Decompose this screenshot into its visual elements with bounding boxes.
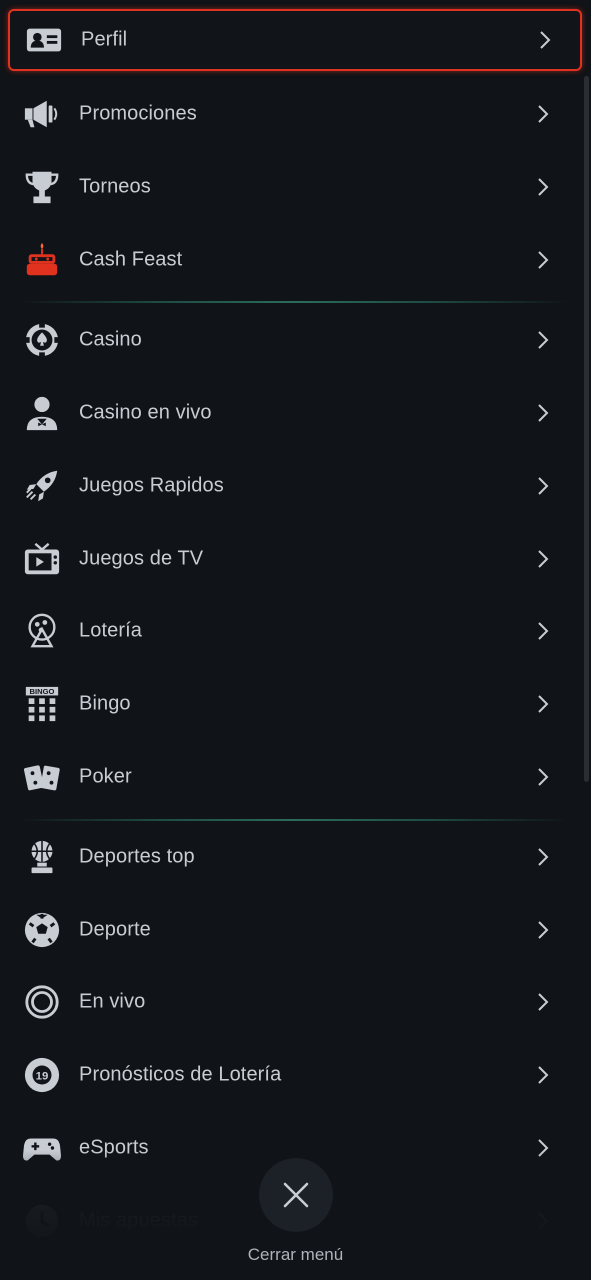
menu-item-label: Casino [79,328,142,351]
chevron-right-icon [536,329,550,351]
bingo-icon-text: BINGO [30,687,55,696]
rocket-icon [22,466,62,506]
menu-item-perfil[interactable]: Perfil [8,9,582,71]
menu-item-juegos-rapidos[interactable]: Juegos Rapidos [8,455,582,517]
menu-item-label: Juegos Rapidos [79,474,224,497]
chevron-right-icon [538,29,552,51]
casino-chip-icon [22,320,62,360]
chevron-right-icon [536,402,550,424]
chevron-right-icon [536,249,550,271]
close-menu-label: Cerrar menú [247,1245,344,1264]
chevron-right-icon [536,693,550,715]
section-divider [18,301,570,303]
menu-item-juegos-de-tv[interactable]: Juegos de TV [8,528,582,590]
menu-item-label: Lotería [79,619,142,642]
menu-item-label: Casino en vivo [79,401,212,424]
playing-cards-icon [22,757,62,797]
lottery-drum-icon [22,611,62,651]
menu-item-pronosticos-de-loteria[interactable]: 19 Pronósticos de Lotería [8,1044,582,1106]
menu-item-en-vivo[interactable]: En vivo [8,971,582,1033]
bingo-icon: BINGO [22,684,62,724]
chevron-right-icon [536,176,550,198]
menu-item-label: Bingo [79,692,131,715]
close-menu-button[interactable] [259,1158,333,1232]
menu-item-label: Perfil [81,28,128,51]
menu-item-cash-feast[interactable]: Cash Feast [8,229,582,291]
dealer-icon [22,393,62,433]
chevron-right-icon [536,620,550,642]
chevron-right-icon [536,1064,550,1086]
chevron-right-icon [536,103,550,125]
menu-item-loteria[interactable]: Lotería [8,600,582,662]
menu-item-deporte[interactable]: Deporte [8,899,582,961]
megaphone-icon [22,94,62,134]
chevron-right-icon [536,1137,550,1159]
basketball-trophy-icon [22,837,62,877]
section-divider [18,819,570,821]
clock-icon [22,1201,62,1241]
menu-item-label: Deportes top [79,845,195,868]
menu-item-bingo[interactable]: BINGO Bingo [8,673,582,735]
menu-item-poker[interactable]: Poker [8,746,582,808]
menu-item-casino-en-vivo[interactable]: Casino en vivo [8,382,582,444]
menu-item-label: Torneos [79,175,151,198]
lottery-ball-number: 19 [36,1070,49,1082]
chevron-right-icon [536,919,550,941]
chevron-right-icon [536,475,550,497]
soccer-ball-icon [22,910,62,950]
tv-icon [22,539,62,579]
menu-item-label: Deporte [79,918,151,941]
gamepad-icon [22,1128,62,1168]
menu-item-label: eSports [79,1136,149,1159]
menu-item-label: Mis apuestas [79,1209,199,1232]
close-icon [283,1182,309,1208]
menu-item-label: Pronósticos de Lotería [79,1063,282,1086]
menu-item-label: Promociones [79,102,197,125]
menu-item-label: Juegos de TV [79,547,204,570]
chevron-right-icon [536,1210,550,1232]
cake-icon [22,240,62,280]
chevron-right-icon [536,766,550,788]
menu-item-torneos[interactable]: Torneos [8,156,582,218]
menu-item-label: En vivo [79,990,146,1013]
menu-item-label: Poker [79,765,132,788]
chevron-right-icon [536,548,550,570]
menu-item-promociones[interactable]: Promociones [8,83,582,145]
menu-item-deportes-top[interactable]: Deportes top [8,826,582,888]
lottery-ball-icon: 19 [22,1055,62,1095]
live-target-icon [22,982,62,1022]
menu-item-casino[interactable]: Casino [8,309,582,371]
chevron-right-icon [536,991,550,1013]
profile-card-icon [24,20,64,60]
chevron-right-icon [536,846,550,868]
trophy-icon [22,167,62,207]
menu-item-label: Cash Feast [79,248,183,271]
scrollbar[interactable] [584,76,589,782]
